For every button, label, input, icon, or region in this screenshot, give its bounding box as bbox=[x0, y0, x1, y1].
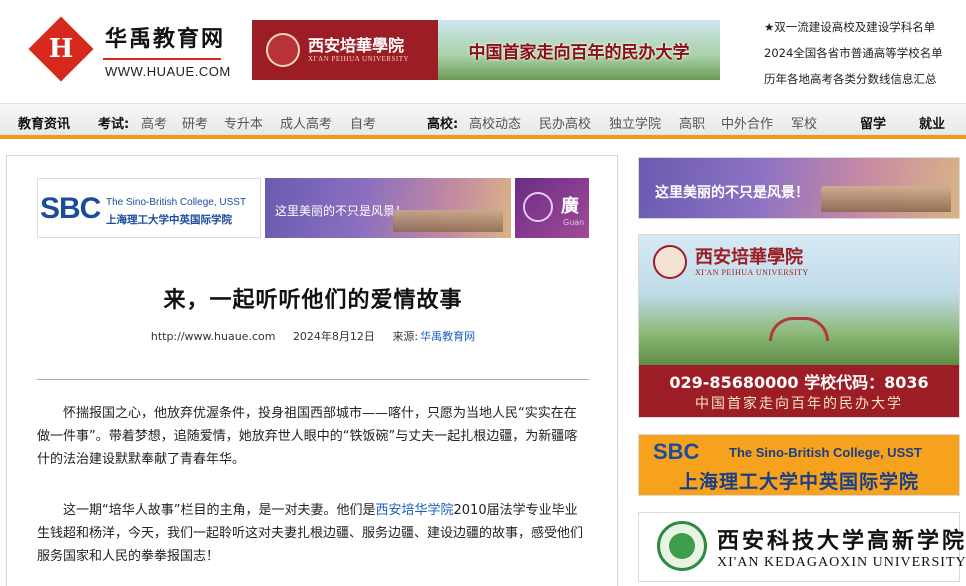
banner-school-name: 西安培華學院 bbox=[308, 36, 405, 55]
header-link-score-lines[interactable]: 历年各地高考各类分数线信息汇总 bbox=[764, 66, 954, 92]
p2-text-before: 这一期“培华人故事”栏目的主角，是一对夫妻。他们是 bbox=[63, 503, 376, 518]
banner-school-block: 西安培華學院 XI'AN PEIHUA UNIVERSITY bbox=[252, 20, 438, 80]
article-title: 来，一起听听他们的爱情故事 bbox=[163, 288, 463, 313]
sidebar-ad-kedagaoxin[interactable]: 西安科技大学高新学院 XI'AN KEDAGAOXIN UNIVERSITY bbox=[638, 512, 966, 582]
kedagaoxin-seal-inner bbox=[669, 533, 695, 559]
nav-item-gaokao[interactable]: 高考 bbox=[141, 113, 167, 132]
article-paragraph-2: 这一期“培华人故事”栏目的主角，是一对夫妻。他们是西安培华学院2010届法学专业… bbox=[37, 499, 585, 568]
meta-source-link[interactable]: 华禹教育网 bbox=[420, 330, 475, 343]
sbc-name-en: The Sino-British College, USST bbox=[729, 445, 922, 460]
school-seal-icon bbox=[523, 192, 553, 222]
sidebar-ad-scenery[interactable]: 这里美丽的不只是风景！ bbox=[638, 157, 960, 219]
article-paragraph-1: 怀揣报国之心，他放弃优渥条件，投身祖国西部城市——喀什，只愿为当地人民“实实在在… bbox=[37, 406, 578, 467]
campus-building-image bbox=[821, 186, 951, 212]
article-panel: SBC The Sino-British College, USST 上海理工大… bbox=[6, 155, 618, 586]
meta-url: http://www.huaue.com bbox=[150, 330, 276, 343]
ad-guang-small[interactable]: 廣 Guan bbox=[515, 178, 589, 238]
school-seal-icon bbox=[653, 245, 687, 279]
nav-item-employment[interactable]: 就业 bbox=[919, 113, 945, 132]
sbc-name-cn: 上海理工大学中英国际学院 bbox=[678, 471, 919, 493]
site-header: H 华禹教育网 WWW.HUAUE.COM 西安培華學院 XI'AN PEIHU… bbox=[0, 0, 966, 100]
sidebar-ad-sbc[interactable]: SBC The Sino-British College, USST 上海理工大… bbox=[638, 434, 960, 496]
nav-item-zhuanshengben[interactable]: 专升本 bbox=[224, 113, 263, 132]
peihua-link[interactable]: 西安培华学院 bbox=[375, 503, 453, 518]
site-domain[interactable]: WWW.HUAUE.COM bbox=[105, 64, 231, 79]
peihua-phone-code: 029-85680000 学校代码：8036 bbox=[669, 373, 929, 392]
ad-scenery-text: 这里美丽的不只是风景！ bbox=[275, 204, 408, 218]
article-ad-strip: SBC The Sino-British College, USST 上海理工大… bbox=[37, 178, 589, 240]
nav-item-zikao[interactable]: 自考 bbox=[350, 113, 376, 132]
ad-sbc-small[interactable]: SBC The Sino-British College, USST 上海理工大… bbox=[37, 178, 261, 238]
banner-slogan: 中国首家走向百年的民办大学 bbox=[468, 42, 690, 63]
header-link-college-list[interactable]: 2024全国各省市普通高等学校名单 bbox=[764, 40, 954, 66]
logo-glyph: H bbox=[48, 34, 74, 64]
peihua-name-en: XI'AN PEIHUA UNIVERSITY bbox=[695, 267, 809, 277]
nav-item-independent-colleges[interactable]: 独立学院 bbox=[609, 113, 661, 132]
nav-item-kaoyan[interactable]: 研考 bbox=[182, 113, 208, 132]
nav-accent-bar bbox=[0, 135, 966, 139]
nav-item-sino-foreign[interactable]: 中外合作 bbox=[721, 113, 773, 132]
sbc-logo-icon: SBC bbox=[40, 192, 101, 225]
nav-item-news[interactable]: 教育资讯 bbox=[18, 113, 70, 132]
nav-label-exam: 考试: bbox=[98, 117, 130, 132]
campus-building-image bbox=[393, 210, 503, 232]
school-seal-icon bbox=[266, 33, 300, 67]
nav-item-school-news[interactable]: 高校动态 bbox=[469, 113, 521, 132]
kedagaoxin-name-cn: 西安科技大学高新学院 bbox=[717, 528, 966, 554]
kedagaoxin-name-en: XI'AN KEDAGAOXIN UNIVERSITY bbox=[717, 555, 966, 570]
peihua-motto: 中国首家走向百年的民办大学 bbox=[695, 396, 903, 412]
ad-guang-text: 廣 bbox=[561, 196, 579, 217]
header-quick-links: ★双一流建设高校及建设学科名单 2024全国各省市普通高等学校名单 历年各地高考… bbox=[764, 14, 954, 92]
nav-item-study-abroad[interactable]: 留学 bbox=[860, 113, 886, 132]
meta-source-label: 来源: bbox=[392, 330, 419, 343]
sidebar-ad-peihua[interactable]: 西安培華學院 XI'AN PEIHUA UNIVERSITY 029-85680… bbox=[638, 234, 960, 418]
nav-item-adult-exam[interactable]: 成人高考 bbox=[280, 113, 332, 132]
main-nav: 教育资讯 考试: 高考 研考 专升本 成人高考 自考 高校: 高校动态 民办高校… bbox=[0, 103, 966, 135]
sbc-name-cn: 上海理工大学中英国际学院 bbox=[106, 214, 232, 226]
sbc-name-en: The Sino-British College, USST bbox=[106, 197, 247, 208]
ad-guang-sub: Guan bbox=[563, 218, 585, 227]
banner-school-name-en: XI'AN PEIHUA UNIVERSITY bbox=[308, 55, 410, 63]
article-meta: http://www.huaue.com 2024年8月12日 来源: 华禹教育网 bbox=[7, 328, 619, 344]
peihua-top-banner[interactable]: 西安培華學院 XI'AN PEIHUA UNIVERSITY 中国首家走向百年的… bbox=[252, 20, 720, 80]
nav-item-private-schools[interactable]: 民办高校 bbox=[539, 113, 591, 132]
site-name[interactable]: 华禹教育网 bbox=[105, 21, 225, 53]
peihua-header: 西安培華學院 XI'AN PEIHUA UNIVERSITY bbox=[653, 245, 809, 279]
huaue-logo-icon[interactable]: H bbox=[28, 16, 94, 82]
meta-date: 2024年8月12日 bbox=[292, 330, 375, 343]
peihua-name: 西安培華學院 bbox=[695, 246, 803, 268]
header-link-double-first-class[interactable]: ★双一流建设高校及建设学科名单 bbox=[764, 14, 954, 40]
banner-slogan-block: 中国首家走向百年的民办大学 bbox=[438, 20, 720, 80]
sbc-logo-icon: SBC bbox=[653, 439, 700, 464]
nav-item-vocational[interactable]: 高职 bbox=[679, 113, 705, 132]
nav-label-school: 高校: bbox=[427, 117, 459, 132]
sidebar-scenery-text: 这里美丽的不只是风景！ bbox=[655, 185, 809, 201]
title-divider bbox=[37, 379, 589, 380]
ad-scenery-small[interactable]: 这里美丽的不只是风景！ bbox=[265, 178, 511, 238]
nav-item-military[interactable]: 军校 bbox=[791, 113, 817, 132]
site-name-underline bbox=[103, 58, 221, 60]
